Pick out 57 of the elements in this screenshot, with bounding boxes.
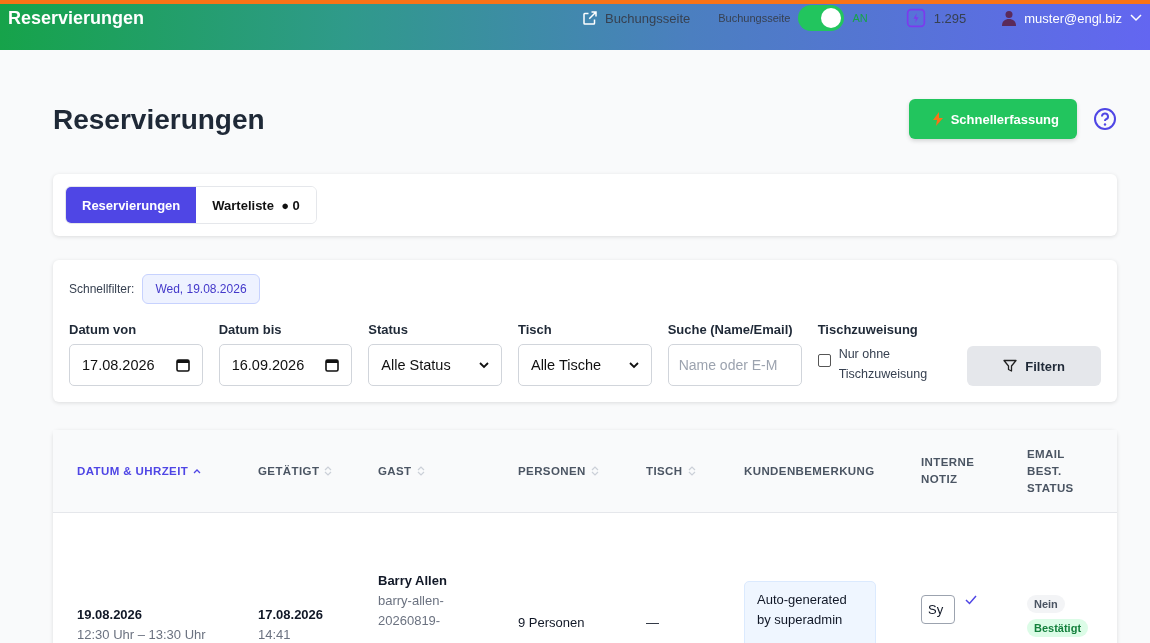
external-link-icon bbox=[580, 9, 599, 27]
field-label: Datum bis bbox=[218, 322, 282, 337]
customer-remark: Auto-generated by superadmin bbox=[744, 581, 876, 643]
credit-count: 1.295 bbox=[933, 10, 967, 26]
user-icon bbox=[1002, 10, 1017, 26]
field-label: Tischzuweisung bbox=[817, 322, 918, 337]
column-header[interactable]: GETÄTIGT bbox=[258, 462, 320, 480]
toggle-state: AN bbox=[852, 12, 868, 24]
field-label: Suche (Name/Email) bbox=[667, 322, 793, 337]
toggle-label: Buchungsseite bbox=[718, 12, 791, 24]
filter-icon bbox=[1003, 359, 1018, 373]
time-text: 12:30 Uhr – 13:30 Uhr bbox=[77, 626, 207, 643]
lightning-icon bbox=[932, 112, 943, 126]
field-label: Status bbox=[368, 322, 409, 337]
user-menu[interactable]: muster@engl.biz bbox=[1024, 10, 1122, 26]
guest-id-text: barry-allen- bbox=[378, 592, 445, 610]
field-label: Datum von bbox=[69, 322, 137, 337]
select-field[interactable]: Alle Status bbox=[368, 344, 502, 386]
guest-name: Barry Allen bbox=[378, 572, 448, 590]
column-header[interactable]: PERSONEN bbox=[518, 462, 586, 480]
column-header[interactable]: EMAIL BEST. STATUS bbox=[1027, 445, 1082, 497]
column-header[interactable]: INTERNE NOTIZ bbox=[921, 454, 981, 488]
calendar-icon[interactable] bbox=[325, 358, 340, 372]
sort-up-icon[interactable] bbox=[193, 468, 202, 474]
booked-time: 14:41 bbox=[258, 626, 292, 643]
persons-text: 9 Personen bbox=[518, 615, 586, 630]
field-label: Tisch bbox=[517, 322, 552, 337]
column-header[interactable]: DATUM & UHRZEIT bbox=[77, 462, 189, 480]
status-badge: Bestätigt bbox=[1027, 619, 1089, 637]
date-text: 19.08.2026 bbox=[77, 606, 144, 624]
search-field[interactable]: Name oder E-M bbox=[667, 344, 802, 386]
page-title: Reservierungen bbox=[53, 104, 265, 136]
table-text: — bbox=[646, 615, 660, 630]
quick-filter-label: Schnellfilter: bbox=[69, 282, 135, 296]
app-title: Reservierungen bbox=[8, 8, 145, 29]
email-status-badge: Nein bbox=[1027, 595, 1065, 613]
guest-id-text: 20260819- bbox=[378, 612, 442, 630]
select-field[interactable]: Alle Tische bbox=[517, 344, 652, 386]
booking-toggle[interactable] bbox=[798, 5, 845, 31]
caret-icon bbox=[478, 361, 489, 369]
lightning-icon bbox=[905, 8, 926, 28]
date-field[interactable]: 17.08.2026 bbox=[69, 344, 203, 386]
column-header[interactable]: GAST bbox=[378, 462, 412, 480]
calendar-icon[interactable] bbox=[175, 358, 190, 372]
tab[interactable]: Reservierungen bbox=[66, 187, 197, 223]
caret-icon bbox=[628, 361, 639, 369]
column-header[interactable]: TISCH bbox=[646, 462, 683, 480]
booked-date: 17.08.2026 bbox=[258, 606, 325, 624]
checkbox-label: Nur ohne Tischzuweisung bbox=[838, 346, 929, 383]
caret-icon[interactable] bbox=[1130, 14, 1142, 22]
help-icon[interactable] bbox=[1093, 107, 1117, 131]
note-field[interactable]: Sy bbox=[921, 595, 955, 624]
date-field[interactable]: 16.09.2026 bbox=[218, 344, 353, 386]
date-chip[interactable]: Wed, 19.08.2026 bbox=[142, 274, 260, 304]
checkbox[interactable] bbox=[817, 354, 831, 367]
column-header[interactable]: KUNDENBEMERKUNG bbox=[744, 462, 875, 480]
filter-button[interactable]: Filtern bbox=[967, 346, 1101, 386]
